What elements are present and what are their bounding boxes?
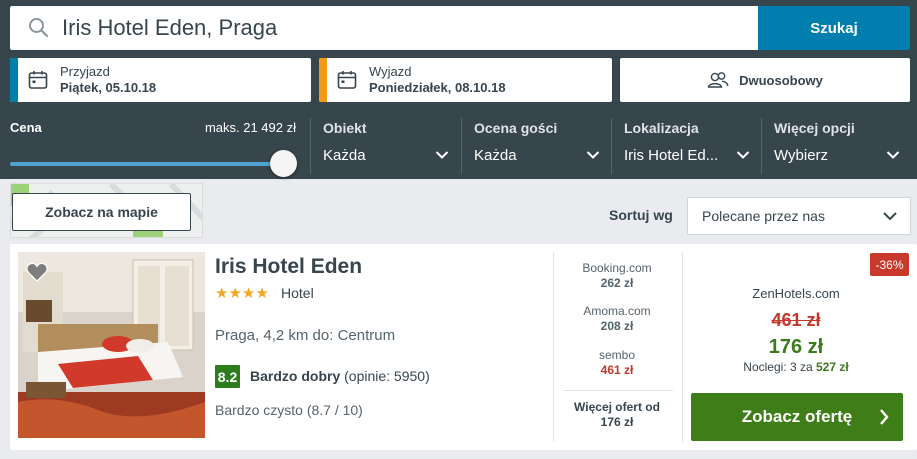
checkout-value: Poniedziałek, 08.10.18	[369, 80, 506, 95]
provider-price: 208 zł	[600, 319, 634, 333]
sort-select[interactable]: Polecane przez nas	[687, 197, 911, 235]
price-slider-track[interactable]	[10, 162, 286, 166]
checkin-accent-bar	[10, 58, 18, 102]
best-provider-name: ZenHotels.com	[752, 286, 840, 301]
rating-score-badge: 8.2	[215, 365, 240, 388]
provider-offer[interactable]: Amoma.com 208 zł	[555, 304, 679, 334]
checkin-label: Przyjazd	[60, 64, 110, 79]
price-max-label: maks. 21 492 zł	[204, 120, 296, 135]
provider-price: 262 zł	[600, 276, 634, 290]
price-slider-handle[interactable]	[270, 150, 297, 177]
hotel-location: Praga, 4,2 km do: Centrum	[215, 327, 396, 344]
nights-total-price: 527 zł	[816, 360, 849, 374]
card-divider	[682, 252, 683, 442]
discount-badge: -36%	[870, 253, 909, 276]
review-count: (opinie: 5950)	[344, 368, 430, 384]
filter-rating-value: Każda	[474, 147, 517, 164]
price-filter-label: Cena	[10, 120, 42, 135]
filter-object[interactable]: Obiekt Każda	[323, 120, 451, 164]
filter-divider	[310, 118, 311, 174]
filter-more-label: Więcej opcji	[774, 120, 855, 136]
room-type-label: Dwuosobowy	[739, 72, 823, 88]
provider-divider	[563, 390, 673, 391]
chevron-down-icon	[435, 151, 449, 159]
provider-offer[interactable]: Booking.com 262 zł	[555, 261, 679, 291]
hotel-stars: ★★★★	[215, 285, 269, 302]
old-price: 461 zł	[771, 310, 821, 330]
provider-name: sembo	[598, 348, 636, 362]
chevron-down-icon	[586, 151, 600, 159]
hotel-name[interactable]: Iris Hotel Eden	[215, 255, 362, 279]
checkout-field[interactable]: Wyjazd Poniedziałek, 08.10.18	[319, 58, 612, 102]
nights-prefix: Noclegi: 3 za	[743, 360, 813, 374]
people-icon	[707, 72, 729, 88]
nights-total: Noclegi: 3 za 527 zł	[690, 360, 902, 374]
more-offers-label: Więcej ofert od	[574, 400, 660, 414]
filter-rating[interactable]: Ocena gości Każda	[474, 120, 602, 164]
checkin-field[interactable]: Przyjazd Piątek, 05.10.18	[10, 58, 311, 102]
checkout-accent-bar	[319, 58, 327, 102]
chevron-down-icon	[886, 151, 900, 159]
best-price: 176 zł	[768, 336, 824, 358]
chevron-down-icon	[883, 212, 897, 221]
view-offer-label: Zobacz ofertę	[741, 407, 853, 426]
hotel-type: Hotel	[281, 285, 314, 301]
filter-location[interactable]: Lokalizacja Iris Hotel Ed...	[624, 120, 752, 164]
filter-more-value: Wybierz	[774, 147, 829, 164]
filter-location-label: Lokalizacja	[624, 120, 699, 136]
filter-divider	[461, 118, 462, 174]
hotel-card: Iris Hotel Eden ★★★★ Hotel Praga, 4,2 km…	[10, 244, 917, 450]
filter-divider	[761, 118, 762, 174]
filter-object-value: Każda	[323, 147, 366, 164]
rating-summary[interactable]: Bardzo dobry (opinie: 5950)	[250, 368, 430, 384]
rating-word: Bardzo dobry	[250, 368, 341, 384]
filter-bar: Cena maks. 21 492 zł Obiekt Każda Ocena …	[0, 110, 917, 179]
provider-price: 461 zł	[600, 363, 634, 377]
sort-label: Sortuj wg	[609, 207, 673, 223]
calendar-icon	[337, 71, 357, 89]
filter-rating-label: Ocena gości	[474, 120, 558, 136]
filter-object-label: Obiekt	[323, 120, 367, 136]
filter-more-options[interactable]: Więcej opcji Wybierz	[774, 120, 904, 164]
search-icon	[29, 18, 49, 38]
provider-offer[interactable]: sembo 461 zł	[555, 348, 679, 378]
search-input[interactable]: Iris Hotel Eden, Praga	[10, 6, 758, 50]
more-offers-link[interactable]: Więcej ofert od 176 zł	[555, 400, 679, 430]
checkin-value: Piątek, 05.10.18	[60, 80, 157, 95]
card-divider	[553, 252, 554, 442]
sort-value: Polecane przez nas	[702, 208, 825, 224]
view-on-map-button[interactable]: Zobacz na mapie	[12, 193, 191, 231]
filter-divider	[611, 118, 612, 174]
checkout-label: Wyjazd	[369, 64, 412, 79]
room-type-field[interactable]: Dwuosobowy	[620, 58, 910, 102]
filter-location-value: Iris Hotel Ed...	[624, 147, 719, 164]
search-button[interactable]: Szukaj	[758, 6, 910, 50]
view-offer-button[interactable]: Zobacz ofertę	[691, 393, 903, 441]
chevron-down-icon	[736, 151, 750, 159]
search-query: Iris Hotel Eden, Praga	[62, 15, 278, 40]
chevron-right-icon	[880, 409, 889, 425]
favorite-heart-icon[interactable]	[26, 262, 48, 282]
provider-name: Amoma.com	[583, 304, 651, 318]
calendar-icon	[28, 71, 48, 89]
provider-name: Booking.com	[582, 261, 652, 275]
more-offers-price: 176 zł	[600, 415, 634, 429]
cleanliness-rating: Bardzo czysto (8.7 / 10)	[215, 402, 363, 418]
